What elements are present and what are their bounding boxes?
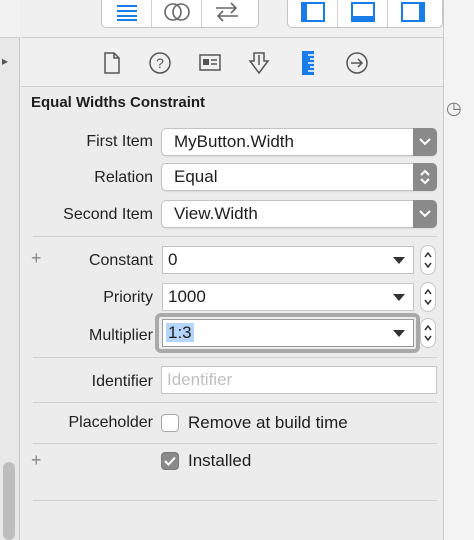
priority-label: Priority	[103, 289, 153, 306]
installed-label[interactable]: Installed	[188, 451, 251, 471]
divider	[33, 500, 437, 501]
object-library-icon[interactable]: ◷	[446, 98, 462, 119]
placeholder-label: Placeholder	[68, 414, 154, 431]
divider	[33, 357, 437, 358]
relation-value: Equal	[174, 167, 218, 186]
remove-at-build-time-label[interactable]: Remove at build time	[188, 413, 348, 433]
priority-value: 1000	[168, 287, 206, 306]
installed-checkbox[interactable]	[161, 452, 179, 470]
multiplier-stepper[interactable]	[420, 318, 436, 348]
triangle-down-icon	[393, 330, 405, 337]
divider	[33, 443, 437, 444]
toolbar	[21, 0, 443, 38]
second-item-value: View.Width	[174, 204, 258, 223]
constant-stepper[interactable]	[420, 245, 436, 275]
layout-right-icon[interactable]	[388, 0, 438, 27]
editor-pane: ▸	[0, 0, 20, 540]
pane-toggle-segmented-control	[287, 0, 443, 28]
swap-arrows-icon[interactable]	[202, 0, 252, 27]
align-left-icon[interactable]	[102, 0, 152, 27]
editor-toolbar	[0, 0, 20, 38]
identifier-label: Identifier	[91, 373, 153, 390]
add-installed-variation-plus-icon[interactable]: +	[31, 450, 42, 471]
layout-bottom-icon[interactable]	[338, 0, 388, 27]
svg-text:?: ?	[156, 55, 164, 71]
second-item-label: Second Item	[63, 206, 153, 223]
library-pane: ◷	[443, 0, 474, 540]
constant-combo[interactable]: 0	[162, 246, 414, 274]
size-ruler-icon[interactable]	[295, 50, 321, 76]
link-circles-icon[interactable]	[152, 0, 202, 27]
updown-chevron-icon	[413, 163, 437, 191]
first-item-value: MyButton.Width	[174, 132, 294, 151]
identity-icon[interactable]	[197, 50, 223, 76]
layout-left-icon[interactable]	[288, 0, 338, 27]
connections-arrow-icon[interactable]	[344, 50, 370, 76]
relation-popup[interactable]: Equal	[161, 163, 437, 191]
section-title: Equal Widths Constraint	[31, 94, 206, 111]
multiplier-label: Multiplier	[88, 327, 153, 344]
constant-value: 0	[168, 250, 178, 269]
file-icon[interactable]	[99, 50, 125, 76]
help-icon[interactable]: ?	[147, 50, 173, 76]
triangle-down-icon	[393, 294, 405, 301]
triangle-down-icon	[393, 257, 405, 264]
priority-stepper[interactable]	[420, 282, 436, 312]
second-item-popup[interactable]: View.Width	[161, 200, 437, 228]
add-variation-plus-icon[interactable]: +	[31, 248, 42, 269]
relation-label: Relation	[94, 169, 153, 186]
constant-label: Constant	[88, 252, 153, 269]
remove-at-build-time-checkbox[interactable]	[161, 414, 179, 432]
expand-arrow-icon[interactable]: ▸	[2, 54, 8, 68]
identifier-field[interactable]: Identifier	[161, 366, 437, 394]
multiplier-combo[interactable]: 1:3	[162, 319, 414, 347]
editor-mode-segmented-control	[101, 0, 259, 28]
identifier-placeholder: Identifier	[167, 370, 233, 389]
attributes-icon[interactable]	[246, 50, 272, 76]
divider	[33, 236, 437, 237]
size-inspector-content: Equal Widths Constraint First Item MyBut…	[21, 88, 443, 540]
scrollbar-thumb[interactable]	[3, 462, 15, 540]
priority-combo[interactable]: 1000	[162, 283, 414, 311]
chevron-down-icon	[413, 128, 437, 156]
first-item-popup[interactable]: MyButton.Width	[161, 128, 437, 156]
first-item-label: First Item	[86, 133, 153, 150]
divider	[33, 402, 437, 403]
inspector-selector-bar: ?	[21, 39, 443, 87]
chevron-down-icon	[413, 200, 437, 228]
multiplier-value: 1:3	[166, 323, 194, 342]
